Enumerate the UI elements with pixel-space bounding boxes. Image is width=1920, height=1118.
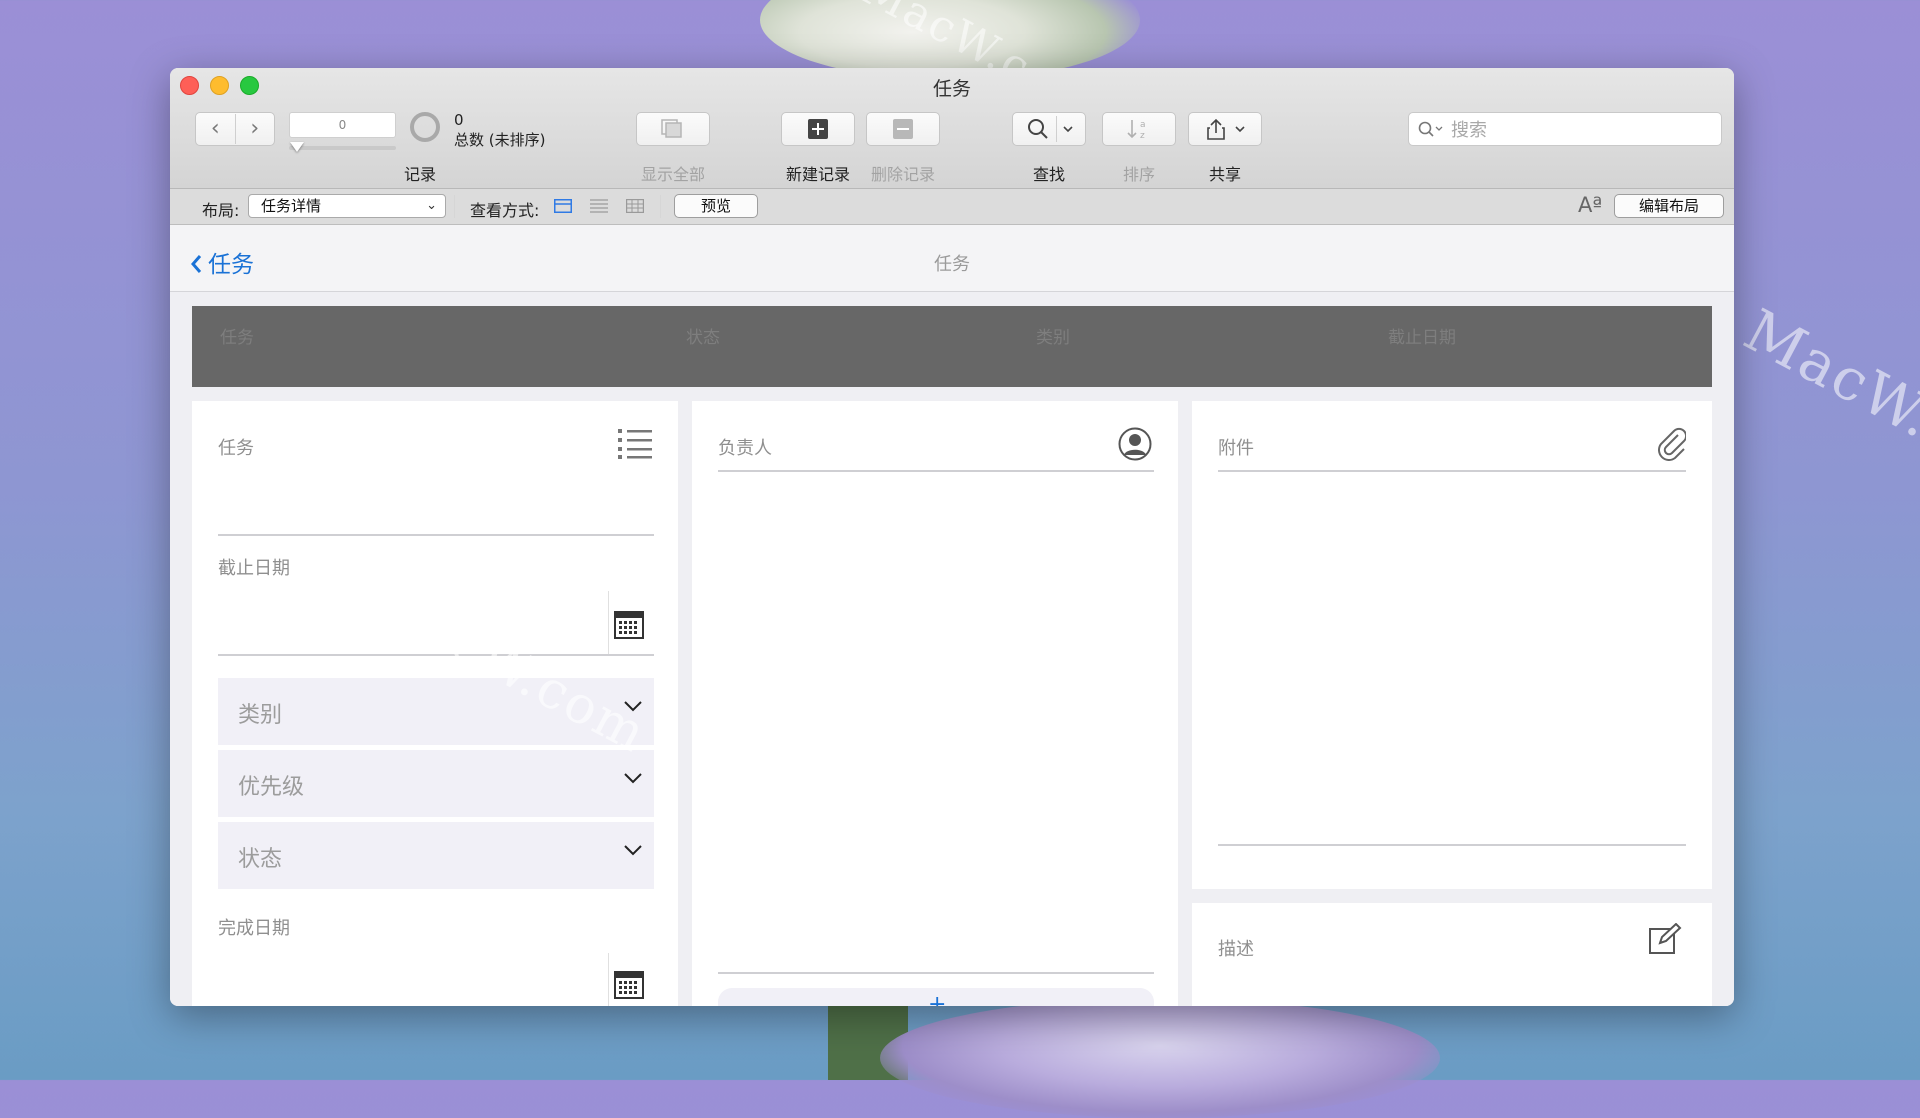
search-placeholder: 搜索 — [1451, 120, 1487, 141]
share-icon — [1207, 118, 1225, 140]
records-label: 记录 — [403, 165, 436, 184]
chevron-down-icon: ⌄ — [426, 198, 437, 213]
status-dropdown-label: 状态 — [238, 847, 283, 872]
magnifier-icon — [1027, 119, 1048, 139]
divider — [608, 953, 609, 1006]
chevron-down-icon[interactable] — [1235, 125, 1245, 133]
window-title: 任务 — [932, 78, 971, 100]
assignee-list-bottom — [718, 972, 1154, 974]
assignee-divider — [718, 470, 1154, 472]
attachments-divider — [1218, 470, 1686, 472]
status-dropdown[interactable]: 状态 — [218, 822, 654, 889]
layout-bar: 布局: 任务详情 ⌄ 查看方式: 预览 Aª 编辑布局 — [170, 189, 1734, 225]
nav-bar: 任务 任务 — [170, 225, 1734, 292]
divider — [660, 195, 661, 218]
calendar-icon[interactable] — [614, 611, 644, 639]
edit-note-icon[interactable] — [1648, 923, 1682, 955]
attachments-bottom-line — [1218, 844, 1686, 846]
person-icon[interactable] — [1118, 427, 1152, 461]
record-nav-group: ‹ › — [195, 112, 275, 146]
table-view-icon[interactable] — [626, 199, 644, 213]
description-label: 描述 — [1218, 939, 1254, 960]
divider — [608, 591, 609, 655]
share-label: 共享 — [1208, 165, 1241, 184]
record-count-value: 0 — [454, 111, 464, 129]
plus-square-icon — [808, 119, 828, 139]
chevron-down-icon — [624, 773, 642, 784]
priority-dropdown-label: 优先级 — [238, 775, 305, 800]
attachments-label: 附件 — [1218, 438, 1254, 459]
watermark-right: MacW.com — [1733, 295, 1920, 513]
record-number-field[interactable]: 0 — [289, 112, 396, 138]
layout-select[interactable]: 任务详情 ⌄ — [248, 194, 446, 218]
record-count-ring-icon — [410, 112, 440, 142]
column-header-category: 类别 — [1036, 328, 1070, 348]
previous-record-icon[interactable]: ‹ — [196, 114, 236, 144]
divider — [454, 195, 455, 218]
layout-select-value: 任务详情 — [261, 197, 322, 215]
list-icon[interactable] — [618, 427, 652, 459]
delete-record-button[interactable] — [866, 112, 940, 146]
list-header: 任务 状态 类别 截止日期 — [192, 306, 1712, 387]
wallpaper-flower-bottom — [880, 998, 1440, 1118]
show-all-label: 显示全部 — [640, 165, 705, 184]
svg-text:z: z — [1140, 131, 1145, 141]
share-button[interactable] — [1188, 112, 1262, 146]
layout-label: 布局: — [202, 201, 240, 220]
record-slider-knob[interactable] — [290, 142, 304, 152]
next-record-icon[interactable]: › — [236, 114, 275, 144]
category-dropdown-label: 类别 — [238, 703, 283, 728]
chevron-down-icon — [624, 845, 642, 856]
svg-text:a: a — [1140, 120, 1146, 130]
paperclip-icon[interactable] — [1656, 427, 1686, 461]
app-window: 任务 ‹ › 0 记录 0 总数 (未排序) 显示全部 新建记录 删除记录 查找… — [170, 68, 1734, 1006]
task-field-input[interactable] — [218, 534, 654, 536]
priority-dropdown[interactable]: 优先级 — [218, 750, 654, 817]
delete-record-label: 删除记录 — [870, 165, 935, 184]
column-header-due-date: 截止日期 — [1388, 328, 1456, 348]
view-as-label: 查看方式: — [470, 201, 540, 220]
search-field[interactable]: 搜索 — [1408, 112, 1722, 146]
search-icon — [1418, 121, 1443, 137]
record-count: 0 总数 (未排序) — [454, 110, 545, 150]
record-count-caption: 总数 (未排序) — [454, 131, 546, 149]
plus-icon: + — [928, 992, 947, 1006]
list-view-icon[interactable] — [590, 199, 608, 213]
find-button[interactable] — [1012, 112, 1086, 146]
nav-title: 任务 — [934, 254, 970, 275]
find-label: 查找 — [1032, 165, 1065, 184]
calendar-icon[interactable] — [614, 971, 644, 999]
toolbar: 任务 ‹ › 0 记录 0 总数 (未排序) 显示全部 新建记录 删除记录 查找… — [170, 68, 1734, 189]
column-header-task: 任务 — [220, 328, 254, 348]
chevron-down-icon[interactable] — [1062, 125, 1073, 133]
task-field-label: 任务 — [218, 438, 254, 459]
assignee-card: 负责人 + — [692, 401, 1178, 1006]
assignee-label: 负责人 — [718, 438, 772, 459]
edit-layout-button[interactable]: 编辑布局 — [1614, 194, 1724, 218]
text-format-icon[interactable]: Aª — [1578, 193, 1602, 217]
new-record-button[interactable] — [781, 112, 855, 146]
show-all-icon — [661, 119, 682, 138]
show-all-button[interactable] — [636, 112, 710, 146]
form-view-icon[interactable] — [554, 199, 572, 213]
add-assignee-button[interactable]: + — [718, 988, 1154, 1006]
minus-square-icon — [893, 119, 913, 139]
description-card: 描述 — [1192, 903, 1712, 1006]
record-slider-track[interactable] — [289, 146, 396, 150]
sort-label: 排序 — [1122, 165, 1155, 184]
column-header-status: 状态 — [686, 328, 720, 348]
completed-date-label: 完成日期 — [218, 918, 290, 939]
sort-button[interactable]: a z — [1102, 112, 1176, 146]
attachments-card: 附件 — [1192, 401, 1712, 889]
sort-az-icon: a z — [1127, 120, 1146, 141]
due-date-label: 截止日期 — [218, 558, 290, 579]
preview-button[interactable]: 预览 — [674, 194, 758, 218]
